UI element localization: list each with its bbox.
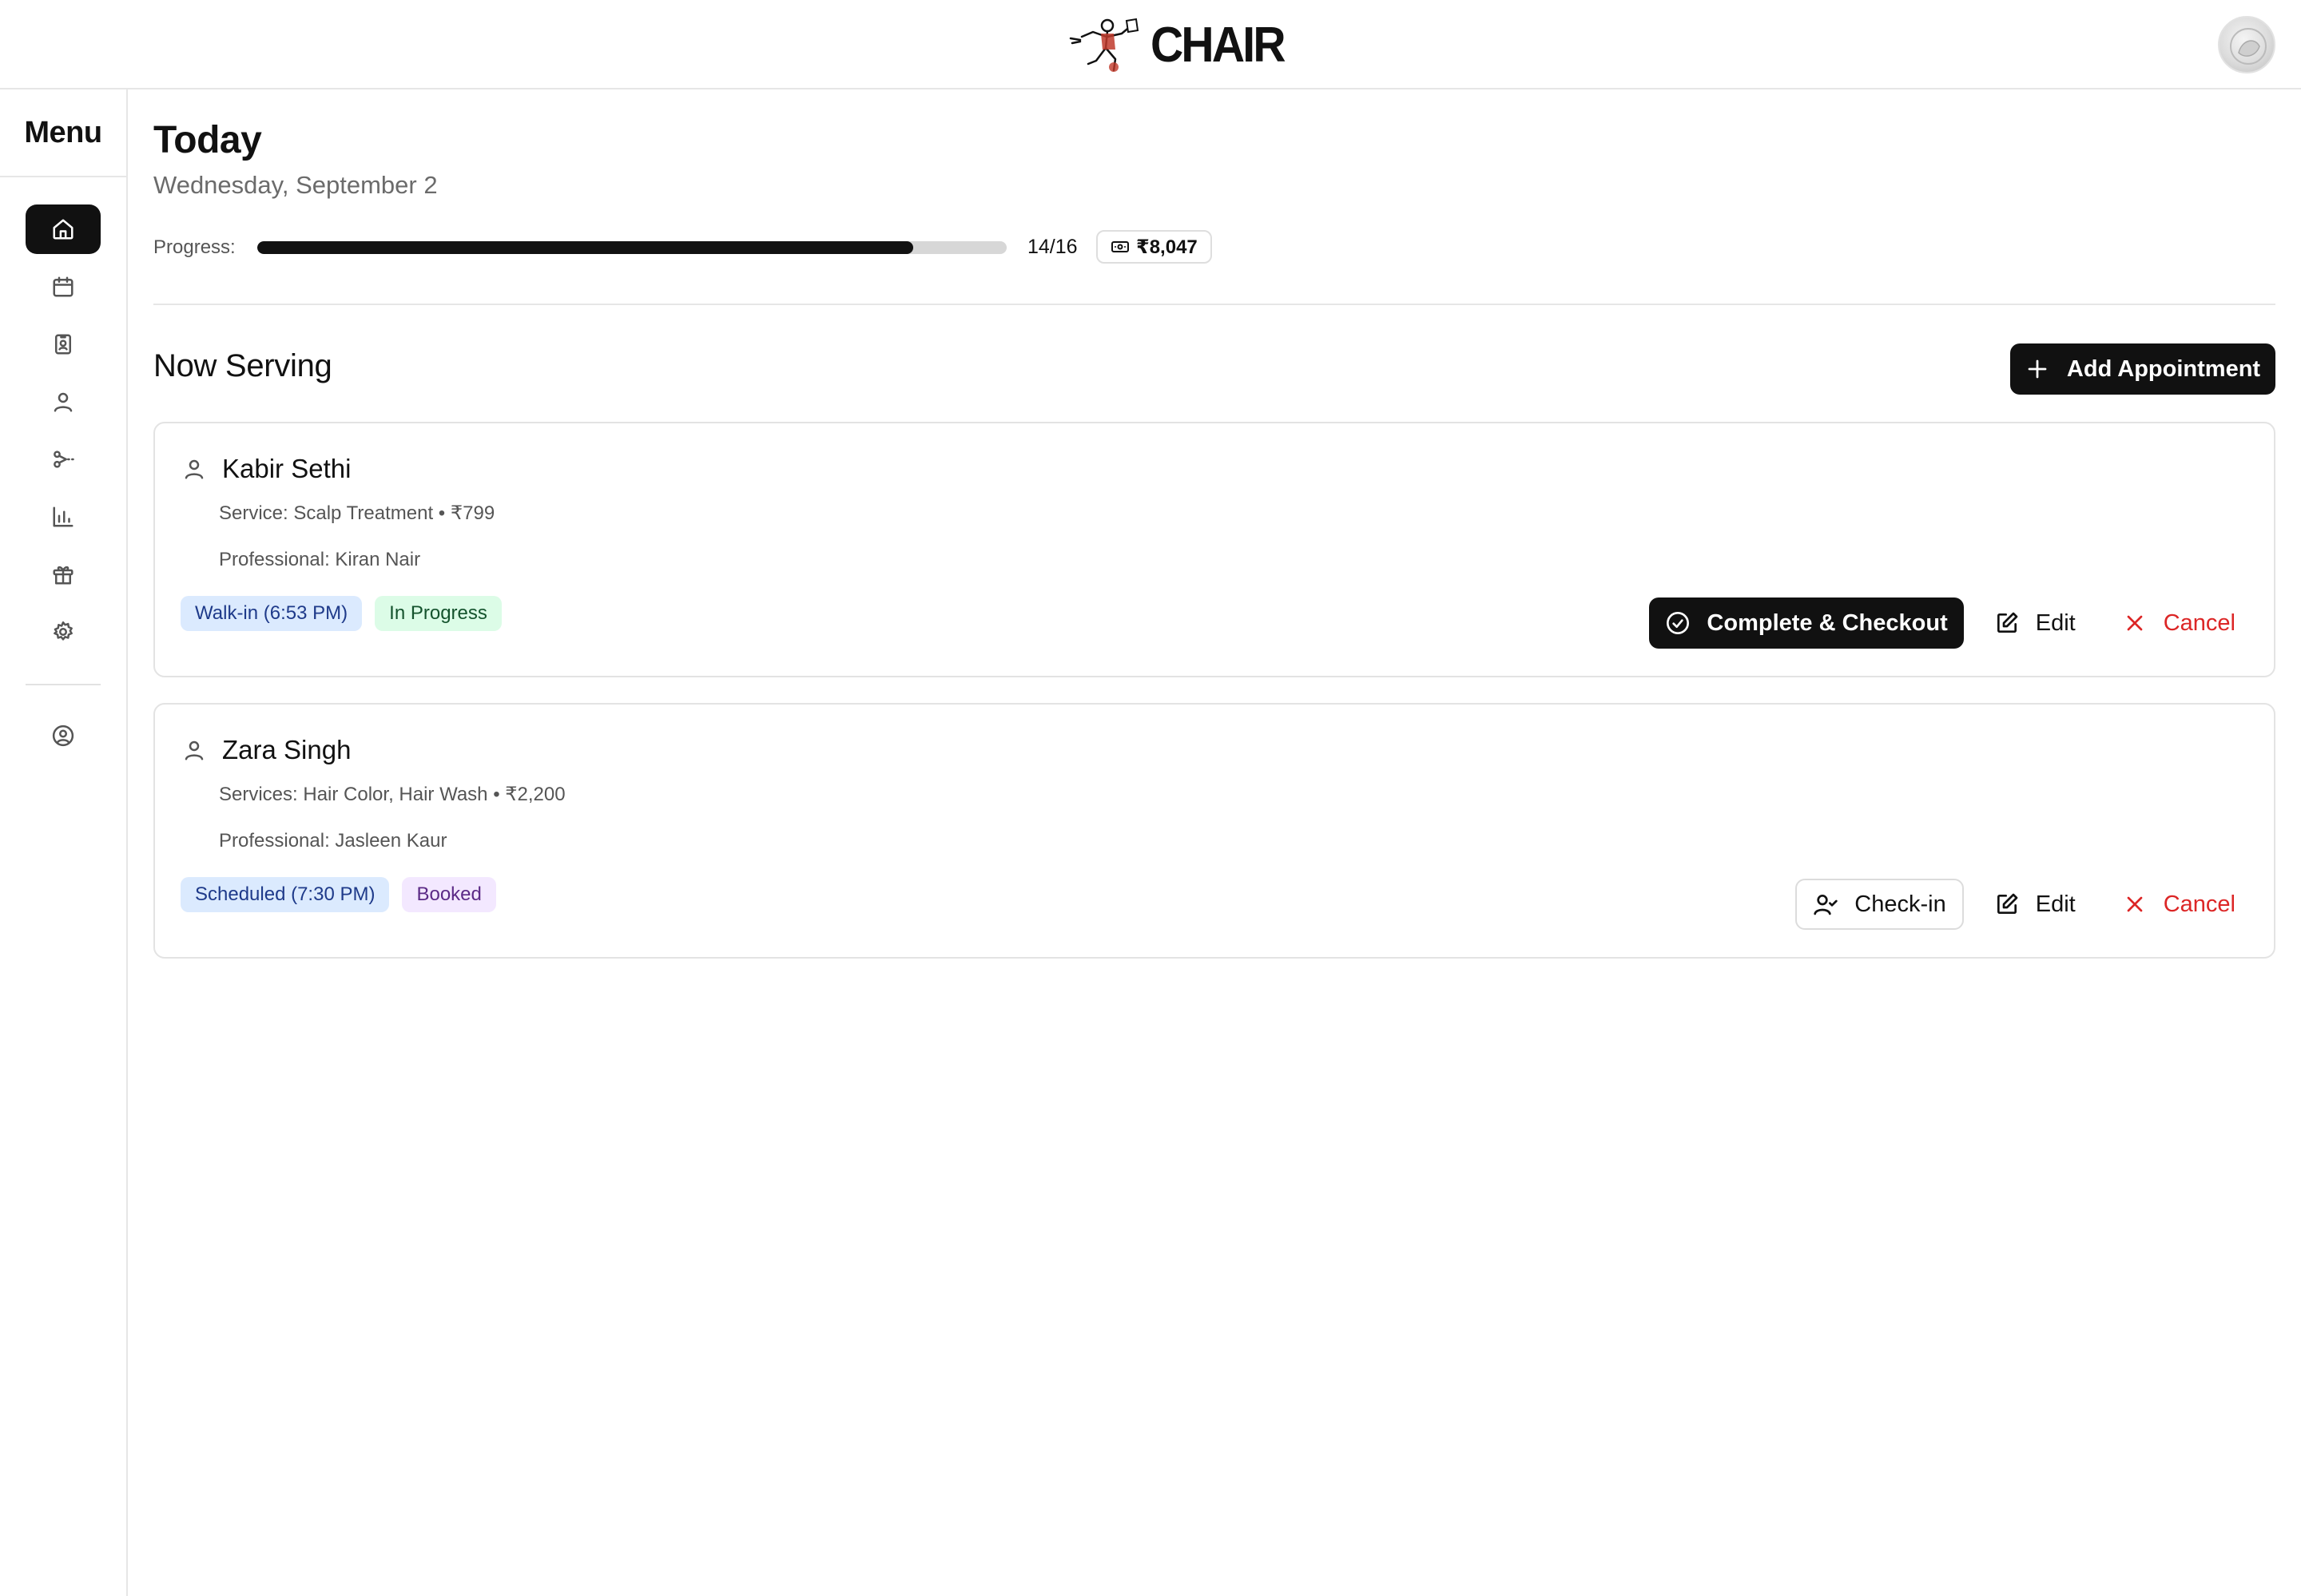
bar-chart-icon	[53, 506, 74, 527]
professional-info: Professional: Jasleen Kaur	[219, 830, 447, 852]
sidebar-item-staff[interactable]	[26, 320, 101, 369]
page-date: Wednesday, September 2	[153, 171, 438, 199]
menu-title: Menu	[0, 89, 126, 177]
appointment-card: Zara Singh Services: Hair Color, Hair Wa…	[153, 703, 2275, 959]
edit-label: Edit	[2035, 891, 2076, 917]
sidebar-divider	[26, 684, 101, 685]
cancel-label: Cancel	[2163, 609, 2235, 636]
user-check-icon	[1814, 895, 1838, 915]
sidebar-item-reports[interactable]	[26, 492, 101, 542]
complete-checkout-button[interactable]: Complete & Checkout	[1649, 598, 1964, 649]
brand[interactable]: CHAIR	[1066, 14, 1295, 75]
home-icon	[53, 219, 74, 240]
gift-icon	[53, 566, 74, 585]
status-badge: In Progress	[375, 596, 502, 631]
now-serving-title: Now Serving	[153, 348, 332, 383]
sidebar-item-home[interactable]	[26, 204, 101, 254]
scissors-icon	[54, 451, 74, 468]
plus-icon	[2028, 359, 2047, 379]
calendar-icon	[53, 276, 74, 297]
edit-button[interactable]: Edit	[1978, 598, 2092, 649]
progress-bar	[257, 241, 1007, 254]
sidebar-item-account[interactable]	[26, 711, 101, 760]
arrival-badge: Walk-in (6:53 PM)	[181, 596, 363, 631]
cancel-button[interactable]: Cancel	[2106, 879, 2251, 930]
user-icon	[185, 740, 204, 760]
close-icon	[2127, 896, 2143, 912]
header-divider	[153, 304, 2275, 305]
settings-icon	[54, 621, 73, 641]
service-info: Service: Scalp Treatment • ₹799	[219, 502, 495, 524]
professional-info: Professional: Kiran Nair	[219, 549, 421, 570]
client-name: Zara Singh	[222, 735, 352, 764]
cancel-label: Cancel	[2163, 891, 2235, 917]
edit-icon	[1997, 612, 2018, 633]
status-badge: Booked	[402, 877, 496, 912]
check-in-label: Check-in	[1854, 891, 1946, 917]
edit-button[interactable]: Edit	[1978, 879, 2092, 930]
status-tags: Scheduled (7:30 PM) Booked	[181, 877, 496, 912]
revenue-chip: ₹8,047	[1096, 230, 1212, 264]
user-circle-icon	[52, 725, 74, 747]
barber-running-logo-icon	[1069, 18, 1139, 72]
sidebar-item-services[interactable]	[26, 435, 101, 484]
page-title: Today	[153, 119, 262, 161]
progress-label: Progress:	[153, 236, 236, 258]
arrival-badge: Scheduled (7:30 PM)	[181, 877, 390, 912]
progress-bar-fill	[257, 241, 913, 254]
card-actions: Complete & Checkout Edit Cancel	[1649, 598, 2251, 649]
sidebar-item-settings[interactable]	[26, 607, 101, 657]
revenue-amount: ₹8,047	[1136, 236, 1198, 258]
user-icon	[185, 459, 204, 479]
complete-checkout-label: Complete & Checkout	[1707, 609, 1948, 636]
add-appointment-button[interactable]: Add Appointment	[2010, 343, 2275, 395]
progress-count: 14/16	[1027, 236, 1078, 258]
card-actions: Check-in Edit Cancel	[1795, 879, 2251, 930]
client-row: Zara Singh	[182, 735, 351, 765]
check-circle-icon	[1667, 612, 1690, 634]
top-bar: CHAIR	[0, 0, 2301, 89]
sidebar-item-gift-cards[interactable]	[26, 550, 101, 599]
user-avatar-icon[interactable]	[2218, 16, 2275, 73]
sidebar: Menu	[0, 89, 128, 1596]
id-badge-icon	[55, 334, 71, 355]
add-appointment-label: Add Appointment	[2066, 355, 2261, 382]
avatar-art	[2230, 28, 2267, 65]
close-icon	[2127, 615, 2143, 631]
service-info: Services: Hair Color, Hair Wash • ₹2,200	[219, 784, 566, 805]
edit-icon	[1997, 893, 2018, 914]
banknote-icon	[1111, 241, 1129, 252]
brand-name: CHAIR	[1150, 17, 1286, 73]
client-row: Kabir Sethi	[182, 454, 351, 484]
edit-label: Edit	[2035, 609, 2076, 636]
cancel-button[interactable]: Cancel	[2106, 598, 2251, 649]
appointment-card: Kabir Sethi Service: Scalp Treatment • ₹…	[153, 422, 2275, 677]
sidebar-item-clients[interactable]	[26, 377, 101, 427]
status-tags: Walk-in (6:53 PM) In Progress	[181, 596, 502, 631]
user-icon	[54, 392, 73, 412]
check-in-button[interactable]: Check-in	[1795, 879, 1964, 930]
sidebar-item-calendar[interactable]	[26, 262, 101, 312]
client-name: Kabir Sethi	[222, 454, 352, 483]
